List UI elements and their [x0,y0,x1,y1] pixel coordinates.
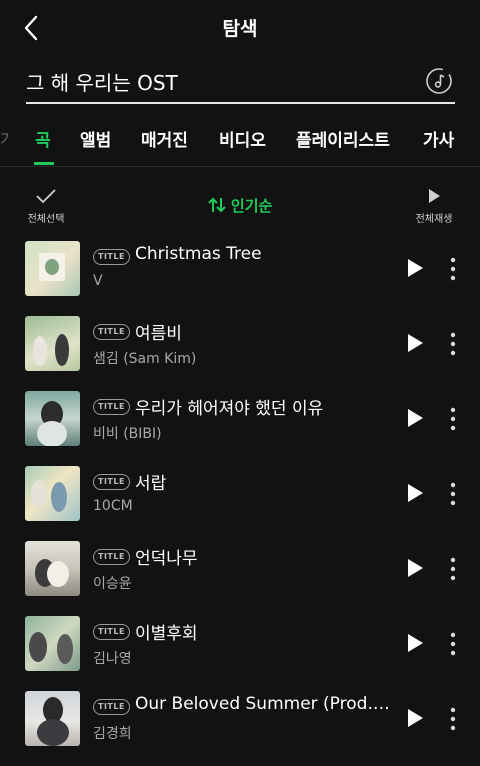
more-vertical-icon [450,557,456,581]
tab-stub-partial: 가 [0,130,8,146]
tab-magazine[interactable]: 매거진 [141,126,188,151]
song-title: Our Beloved Summer (Prod. b... [135,694,390,714]
sort-label: 인기순 [230,197,273,215]
more-options-button[interactable] [446,481,460,507]
album-cover [25,616,80,671]
song-title: 여름비 [135,324,182,344]
more-options-button[interactable] [446,556,460,582]
title-badge: TITLE [93,249,130,265]
play-icon [408,484,423,502]
play-button[interactable] [404,407,426,429]
more-options-button[interactable] [446,406,460,432]
music-search-icon [426,68,452,94]
song-title: 이별후회 [135,624,198,644]
more-options-button[interactable] [446,256,460,282]
artist-name[interactable]: 비비 (BIBI) [93,423,162,443]
artist-name[interactable]: 샘김 (Sam Kim) [93,348,196,368]
album-cover [25,541,80,596]
play-all-button[interactable]: 전체재생 [412,188,456,225]
play-button[interactable] [404,707,426,729]
album-cover [25,691,80,746]
more-options-button[interactable] [446,706,460,732]
more-vertical-icon [450,707,456,731]
play-icon [408,559,423,577]
title-badge: TITLE [93,399,130,415]
more-options-button[interactable] [446,331,460,357]
song-title: 우리가 헤어져야 했던 이유 [135,399,324,419]
more-vertical-icon [450,632,456,656]
active-tab-indicator [34,162,54,165]
track-row[interactable]: TITLE 우리가 헤어져야 했던 이유 비비 (BIBI) [0,391,480,466]
title-badge: TITLE [93,699,130,715]
tab-albums[interactable]: 앨범 [80,126,111,151]
track-row[interactable]: TITLE 언덕나무 이승윤 [0,541,480,616]
play-icon [408,709,423,727]
header: 탐색 [0,0,480,56]
title-badge: TITLE [93,474,130,490]
more-vertical-icon [450,332,456,356]
artist-name[interactable]: 김경희 [93,723,132,743]
play-all-label: 전체재생 [415,214,453,225]
sort-arrows-icon [207,197,226,213]
tab-songs[interactable]: 곡 [35,126,51,151]
artist-name[interactable]: 김나영 [93,648,132,668]
title-badge: TITLE [93,549,130,565]
album-cover [25,391,80,446]
play-button[interactable] [404,482,426,504]
play-icon [408,634,423,652]
play-icon [429,189,440,203]
play-button[interactable] [404,557,426,579]
artist-name[interactable]: 10CM [93,498,133,514]
more-options-button[interactable] [446,631,460,657]
page-title: 탐색 [222,18,258,40]
sort-button[interactable]: 인기순 [0,195,480,216]
song-title: 서랍 [135,474,167,494]
play-icon [408,334,423,352]
album-cover [25,241,80,296]
track-row[interactable]: TITLE 여름비 샘김 (Sam Kim) [0,316,480,391]
more-vertical-icon [450,257,456,281]
list-toolbar: 전체선택 인기순 전체재생 [0,180,480,228]
artist-name[interactable]: V [93,273,103,289]
play-button[interactable] [404,632,426,654]
search-bar [26,62,455,104]
title-badge: TITLE [93,324,130,340]
more-vertical-icon [450,407,456,431]
play-button[interactable] [404,332,426,354]
track-row[interactable]: TITLE 서랍 10CM [0,466,480,541]
tab-lyrics[interactable]: 가사 [423,126,454,151]
artist-name[interactable]: 이승윤 [93,573,132,593]
track-row[interactable]: TITLE Christmas Tree V [0,241,480,316]
album-cover [25,316,80,371]
play-icon [408,259,423,277]
track-row[interactable]: TITLE Our Beloved Summer (Prod. b... 김경희 [0,691,480,766]
more-vertical-icon [450,482,456,506]
play-button[interactable] [404,257,426,279]
play-icon [408,409,423,427]
tab-playlist[interactable]: 플레이리스트 [296,126,390,151]
search-input[interactable] [26,62,406,100]
title-badge: TITLE [93,624,130,640]
tab-bar: 가 곡 앨범 매거진 비디오 플레이리스트 가사 [0,116,480,167]
track-row[interactable]: TITLE 이별후회 김나영 [0,616,480,691]
music-search-button[interactable] [425,67,453,95]
song-title: 언덕나무 [135,549,198,569]
song-title: Christmas Tree [135,244,262,264]
album-cover [25,466,80,521]
tab-video[interactable]: 비디오 [219,126,266,151]
